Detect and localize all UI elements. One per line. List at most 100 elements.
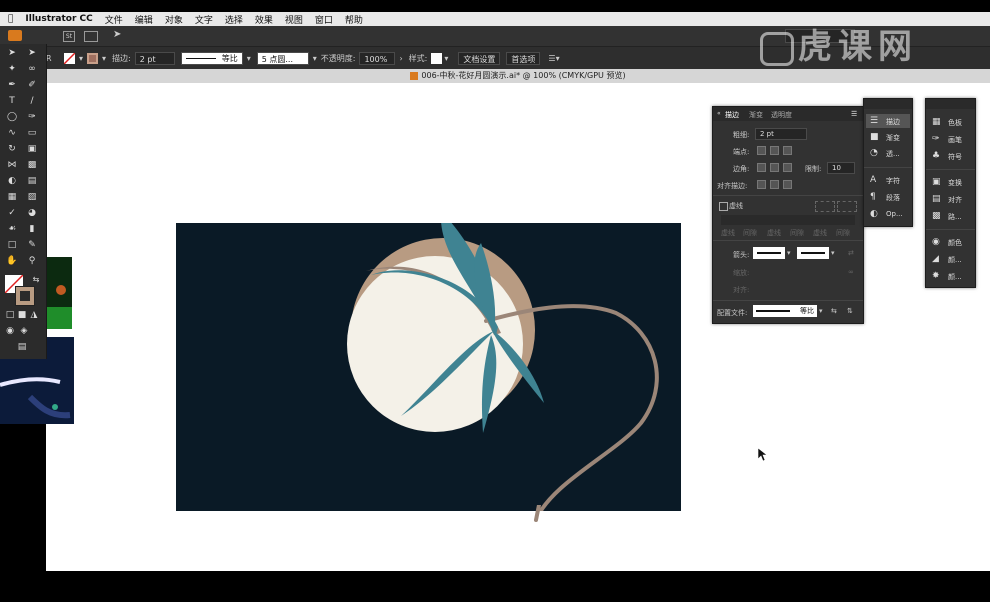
align-icon[interactable]: ▤ [932, 195, 943, 204]
menu-window[interactable]: 窗口 [315, 13, 333, 26]
chevron-down-icon[interactable]: ▾ [79, 54, 83, 63]
chevron-down-icon[interactable]: ▾ [102, 54, 106, 63]
symbol-sprayer-icon[interactable]: ☙ [6, 223, 18, 235]
transparency-icon[interactable]: ◔ [870, 149, 881, 158]
preferences-button[interactable]: 首选项 [506, 51, 541, 65]
eyedropper-icon[interactable]: ✓ [6, 207, 18, 219]
perspective-grid-icon[interactable]: ▤ [26, 175, 38, 187]
panel-menu-icon[interactable]: ☰ [851, 110, 857, 118]
dashed-line-checkbox[interactable] [719, 202, 728, 211]
dock-item-opentype[interactable]: Op... [886, 210, 903, 218]
dock-item-symbols[interactable]: 符号 [948, 152, 962, 162]
paragraph-icon[interactable]: ¶ [870, 193, 881, 202]
gradient-mode-icon[interactable]: ■ [16, 309, 28, 321]
dock-item-brushes[interactable]: 画笔 [948, 135, 962, 145]
slice-tool-icon[interactable]: ✎ [26, 239, 38, 251]
dock-item-pathfinder[interactable]: 路... [948, 212, 962, 222]
column-graph-icon[interactable]: ▮ [26, 223, 38, 235]
dock-item-transparency[interactable]: 透... [886, 149, 900, 159]
dock-item-character[interactable]: 字符 [886, 176, 900, 186]
start-arrowhead-select[interactable] [753, 247, 785, 259]
stroke-icon[interactable]: ☰ [870, 117, 881, 126]
chevron-right-icon[interactable]: › [399, 54, 402, 63]
menu-view[interactable]: 视图 [285, 13, 303, 26]
screen-mode-icon[interactable]: ▤ [16, 341, 28, 353]
link-scale-icon[interactable]: ∞ [848, 268, 854, 276]
draw-behind-icon[interactable]: ◈ [18, 325, 30, 337]
opentype-icon[interactable]: ◐ [870, 210, 881, 219]
document-setup-button[interactable]: 文档设置 [458, 51, 501, 65]
dock-item-color-guide[interactable]: 颜... [948, 255, 962, 265]
direct-selection-tool-icon[interactable]: ➤ [26, 47, 38, 59]
round-cap-icon[interactable] [770, 146, 779, 155]
menu-file[interactable]: 文件 [105, 13, 123, 26]
mesh-tool-icon[interactable]: ▦ [6, 191, 18, 203]
tab-gradient[interactable]: 渐变 [749, 110, 763, 120]
dock-item-recolor[interactable]: 颜... [948, 272, 962, 282]
zoom-tool-icon[interactable]: ⚲ [26, 255, 38, 267]
ellipse-tool-icon[interactable]: ◯ [6, 111, 18, 123]
line-tool-icon[interactable]: / [26, 95, 38, 107]
stroke-weight-field[interactable]: 2 pt [134, 51, 175, 65]
align-center-icon[interactable] [757, 180, 766, 189]
profile-select[interactable]: 等比 [753, 305, 817, 317]
eraser-icon[interactable]: ▭ [26, 127, 38, 139]
gradient-tool-icon[interactable]: ▨ [26, 191, 38, 203]
send-icon[interactable]: ➤ [113, 29, 121, 40]
fill-swatch-none[interactable] [64, 52, 75, 64]
blend-tool-icon[interactable]: ◕ [26, 207, 38, 219]
align-outside-icon[interactable] [783, 180, 792, 189]
flip-vertical-icon[interactable]: ⇅ [847, 307, 853, 315]
document-tab[interactable]: 006-中秋-花好月圆演示.ai* @ 100% (CMYK/GPU 预览) [46, 69, 990, 83]
tab-stroke[interactable]: 描边 [725, 110, 739, 120]
chevron-down-icon[interactable]: ▾ [819, 307, 823, 315]
swatches-icon[interactable]: ▦ [932, 118, 943, 127]
dock-item-gradient[interactable]: 渐变 [886, 133, 900, 143]
stroke-swatch[interactable] [87, 52, 99, 64]
bevel-join-icon[interactable] [783, 163, 792, 172]
brush-definition[interactable]: 5 点圆... [256, 51, 309, 65]
color-guide-icon[interactable]: ◢ [932, 255, 943, 264]
hand-tool-icon[interactable]: ✋ [6, 255, 18, 267]
symbols-icon[interactable]: ♣ [932, 152, 943, 161]
pathfinder-icon[interactable]: ▩ [932, 212, 943, 221]
brushes-icon[interactable]: ✑ [932, 135, 943, 144]
bridge-icon[interactable]: St [63, 31, 75, 42]
recolor-icon[interactable]: ✸ [932, 272, 943, 281]
color-icon[interactable]: ◉ [932, 238, 943, 247]
menu-select[interactable]: 选择 [225, 13, 243, 26]
lasso-icon[interactable]: ∞ [26, 63, 38, 75]
arrange-icon[interactable]: ☰▾ [548, 54, 559, 63]
collapse-icon[interactable]: « [717, 110, 721, 117]
shape-builder-icon[interactable]: ◐ [6, 175, 18, 187]
stroke-color-swatch[interactable] [15, 286, 35, 306]
app-name[interactable]: Illustrator CC [25, 14, 92, 24]
butt-cap-icon[interactable] [757, 146, 766, 155]
projecting-cap-icon[interactable] [783, 146, 792, 155]
magic-wand-icon[interactable]: ✦ [6, 63, 18, 75]
menu-object[interactable]: 对象 [165, 13, 183, 26]
shaper-tool-icon[interactable]: ∿ [6, 127, 18, 139]
menu-edit[interactable]: 编辑 [135, 13, 153, 26]
scale-tool-icon[interactable]: ▣ [26, 143, 38, 155]
variable-width-profile[interactable]: 等比 [180, 51, 243, 65]
dock-item-transform[interactable]: 变换 [948, 178, 962, 188]
transform-icon[interactable]: ▣ [932, 178, 943, 187]
paintbrush-icon[interactable]: ✑ [26, 111, 38, 123]
dock-item-color[interactable]: 颜色 [948, 238, 962, 248]
pen-tool-icon[interactable]: ✒ [6, 79, 18, 91]
opacity-field[interactable]: 100% [359, 51, 396, 65]
dock-item-swatches[interactable]: 色板 [948, 118, 962, 128]
arrange-documents-icon[interactable] [84, 31, 98, 42]
artboard-tool-icon[interactable]: □ [6, 239, 18, 251]
tab-transparency[interactable]: 透明度 [771, 110, 792, 120]
curvature-tool-icon[interactable]: ✐ [26, 79, 38, 91]
chevron-down-icon[interactable]: ▾ [313, 54, 317, 63]
style-swatch[interactable] [431, 52, 443, 64]
miter-join-icon[interactable] [757, 163, 766, 172]
opacity-label[interactable]: 不透明度: [321, 53, 356, 64]
free-transform-icon[interactable]: ▩ [26, 159, 38, 171]
character-icon[interactable]: A [870, 176, 881, 185]
dash-preserve-icon[interactable] [815, 201, 835, 212]
menu-help[interactable]: 帮助 [345, 13, 363, 26]
